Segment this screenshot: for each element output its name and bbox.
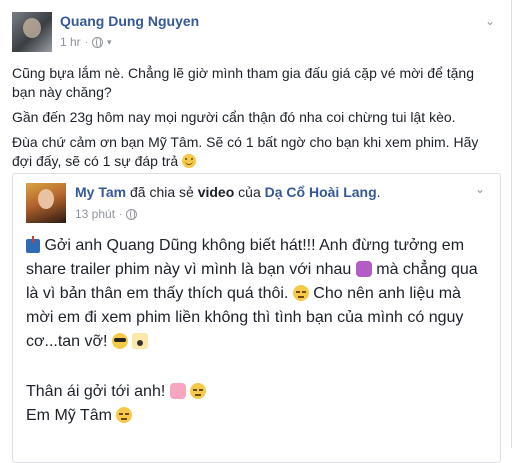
shared-options-chevron-icon[interactable]: ⌄: [473, 182, 487, 196]
facebook-post: Quang Dung Nguyen 1 hr · ▾ ⌄ Cũng bựa lắ…: [0, 0, 512, 463]
post-meta: 1 hr · ▾: [60, 35, 112, 49]
shared-page-name[interactable]: Dạ Cổ Hoài Lang: [265, 184, 377, 200]
shared-text-p2: Thân ái gởi tới anh!: [26, 383, 166, 400]
shared-paragraph-2: Thân ái gởi tới anh!: [26, 380, 486, 404]
shared-author-name[interactable]: My Tam: [75, 184, 126, 200]
post-body: Cũng bựa lắm nè. Chẳng lẽ giờ mình tham …: [12, 64, 500, 177]
globe-icon[interactable]: [92, 36, 104, 48]
shared-header: My Tam đã chia sẻ video của Dạ Cổ Hoài L…: [75, 184, 381, 200]
shared-paragraph-1: Gởi anh Quang Dũng không biết hát!!! Anh…: [26, 234, 486, 354]
shared-text-p3: Em Mỹ Tâm: [26, 407, 112, 424]
globe-icon[interactable]: [126, 208, 138, 220]
sunglasses-emoji-icon: [111, 333, 128, 349]
meta-separator: ·: [84, 36, 89, 48]
pensive-emoji-icon: [116, 407, 133, 423]
post-line-3: Đùa chứ cảm ơn bạn Mỹ Tâm. Sẽ có 1 bất n…: [12, 133, 500, 171]
post-line-1: Cũng bựa lắm nè. Chẳng lẽ giờ mình tham …: [12, 65, 474, 100]
scream-emoji-icon: [132, 333, 149, 349]
author-avatar[interactable]: [12, 12, 52, 52]
smile-emoji-icon: [182, 154, 197, 168]
shared-post: My Tam đã chia sẻ video của Dạ Cổ Hoài L…: [12, 173, 501, 463]
shared-timestamp[interactable]: 13 phút: [75, 207, 115, 221]
raising-hand-emoji-icon: [355, 261, 372, 277]
post-line-3-text: Đùa chứ cảm ơn bạn Mỹ Tâm. Sẽ có 1 bất n…: [12, 134, 479, 169]
pensive-emoji-icon: [292, 285, 309, 301]
post-line-2: Gần đến 23g hôm nay mọi người cẩn thận đ…: [12, 109, 456, 125]
post-options-chevron-icon[interactable]: ⌄: [483, 14, 497, 28]
shared-body: Gởi anh Quang Dũng không biết hát!!! Anh…: [26, 234, 486, 428]
shared-of-word: của: [238, 184, 261, 200]
chevron-down-icon[interactable]: ▾: [107, 37, 112, 48]
pensive-emoji-icon: [190, 383, 207, 399]
shared-author-avatar[interactable]: [26, 183, 66, 223]
mailbox-emoji-icon: [26, 236, 40, 253]
shared-meta: 13 phút ·: [75, 207, 138, 221]
post-timestamp[interactable]: 1 hr: [60, 35, 81, 49]
author-name[interactable]: Quang Dung Nguyen: [60, 13, 199, 29]
hand-emoji-icon: [169, 383, 186, 399]
shared-paragraph-3: Em Mỹ Tâm: [26, 404, 486, 428]
shared-object-link[interactable]: video: [198, 184, 235, 200]
meta-separator: ·: [119, 208, 123, 220]
shared-action: đã chia sẻ: [129, 184, 194, 200]
